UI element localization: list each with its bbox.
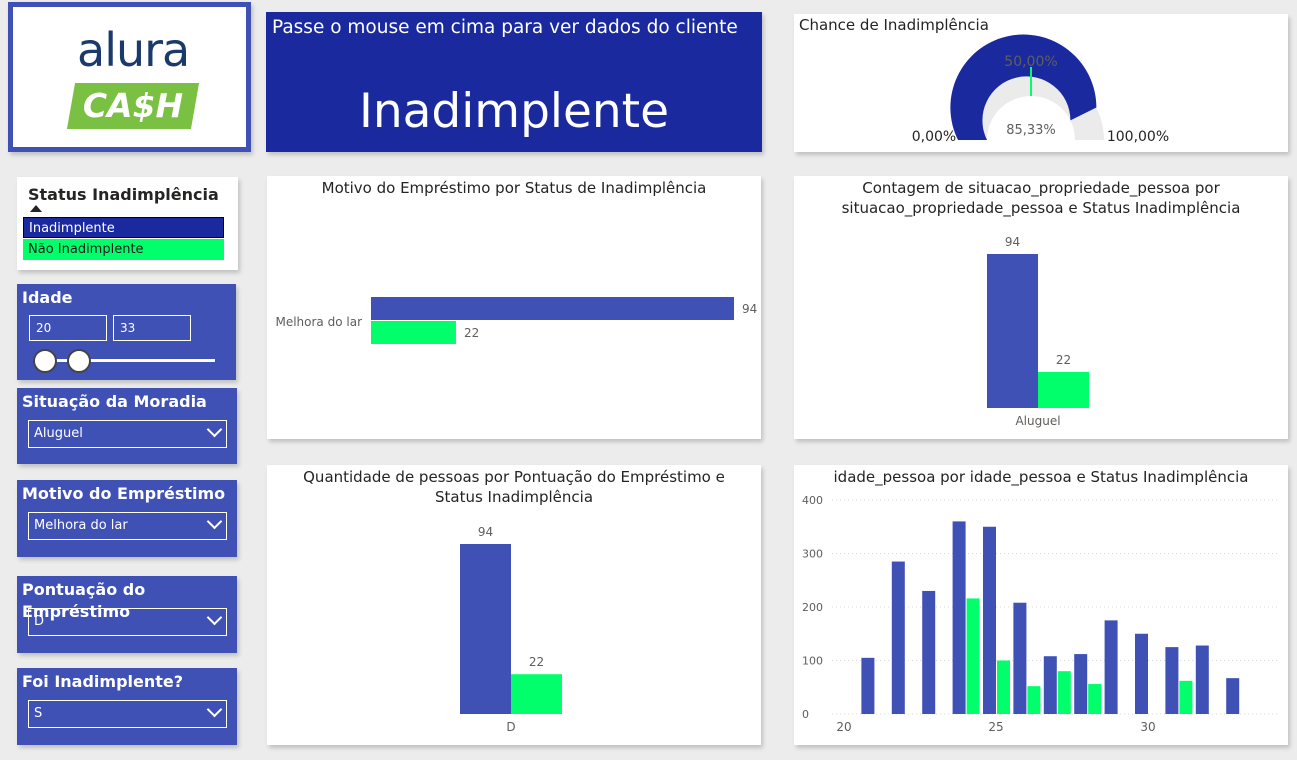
bar-inadimplente[interactable] — [1165, 647, 1179, 714]
bar-nao-inadimplente[interactable] — [1027, 686, 1041, 714]
gauge-card[interactable]: Chance de Inadimplência 50,00% 85,33% 0,… — [794, 14, 1288, 152]
bar-nao-inadimplente[interactable] — [1038, 371, 1089, 408]
gauge-chart: 50,00% 85,33% 0,00% 100,00% — [912, 34, 1169, 145]
category-label: Aluguel — [1015, 414, 1060, 428]
logo-text-bottom: CA$H — [82, 86, 184, 125]
idade-slider-max-handle[interactable] — [67, 349, 91, 373]
x-tick-label: 20 — [836, 720, 851, 734]
bar-inadimplente[interactable] — [861, 657, 875, 714]
y-tick-label: 400 — [802, 494, 823, 507]
status-option-inadimplente[interactable]: Inadimplente — [23, 217, 224, 238]
bar-nao-inadimplente[interactable] — [966, 598, 980, 714]
idade-bar-chart: 0 100 200 300 400 20 25 30 — [802, 494, 1279, 734]
client-status-card[interactable]: Passe o mouse em cima para ver dados do … — [266, 12, 762, 152]
category-label: Melhora do lar — [275, 315, 362, 329]
data-label: 94 — [1005, 235, 1020, 249]
foi-inadimplente-slicer: Foi Inadimplente? S — [17, 668, 237, 745]
y-tick-label: 100 — [802, 655, 823, 668]
bar-inadimplente[interactable] — [983, 526, 996, 714]
x-tick-label: 25 — [988, 720, 1003, 734]
motivo-dropdown[interactable]: Melhora do lar — [28, 512, 227, 540]
bar-nao-inadimplente[interactable] — [997, 660, 1010, 715]
category-label: D — [506, 720, 515, 734]
bar-inadimplente[interactable] — [1013, 602, 1027, 714]
moradia-slicer: Situação da Moradia Aluguel — [17, 388, 237, 464]
bar-inadimplente[interactable] — [952, 521, 966, 714]
gauge-target-label: 50,00% — [1004, 54, 1057, 70]
data-label: 22 — [1056, 353, 1071, 367]
moradia-dropdown[interactable]: Aluguel — [28, 420, 227, 448]
bar-inadimplente[interactable] — [371, 297, 734, 320]
status-slicer: Status Inadimplência Inadimplente Não In… — [17, 177, 238, 270]
bar-nao-inadimplente[interactable] — [511, 674, 562, 714]
bar-inadimplente[interactable] — [1195, 645, 1209, 714]
status-result: Inadimplente — [358, 84, 670, 139]
bar-inadimplente[interactable] — [922, 590, 936, 714]
chevron-down-icon — [206, 513, 223, 530]
chevron-down-icon — [206, 701, 223, 718]
idade-chart-card[interactable]: idade_pessoa por idade_pessoa e Status I… — [794, 465, 1288, 745]
moradia-value: Aluguel — [34, 426, 83, 441]
bar-nao-inadimplente[interactable] — [371, 321, 456, 344]
bar-nao-inadimplente[interactable] — [1057, 671, 1071, 714]
idade-title: Idade — [22, 288, 73, 307]
idade-slicer: Idade 20 33 — [17, 284, 236, 380]
y-tick-label: 300 — [802, 548, 823, 561]
foi-inadimplente-value: S — [34, 706, 43, 721]
propriedade-bar-chart: 94 22 Aluguel — [987, 235, 1089, 428]
sort-caret-icon[interactable] — [30, 205, 42, 212]
gauge-max-label: 100,00% — [1107, 129, 1169, 145]
pontuacao-value: D — [34, 614, 45, 629]
motivo-chart-card[interactable]: Motivo do Empréstimo por Status de Inadi… — [267, 176, 761, 439]
data-label: 94 — [478, 525, 493, 539]
y-tick-label: 200 — [802, 601, 823, 614]
bar-inadimplente[interactable] — [1104, 620, 1118, 714]
logo-text-top: alura — [77, 23, 190, 77]
bar-inadimplente[interactable] — [1074, 654, 1088, 714]
pontuacao-dropdown[interactable]: D — [28, 608, 227, 636]
foi-inadimplente-title: Foi Inadimplente? — [22, 672, 184, 691]
pontuacao-chart-card[interactable]: Quantidade de pessoas por Pontuação do E… — [267, 465, 761, 745]
logo-cash-badge: CA$H — [66, 83, 200, 129]
data-label: 22 — [529, 655, 544, 669]
data-label: 22 — [464, 326, 479, 340]
motivo-slicer: Motivo do Empréstimo Melhora do lar — [17, 480, 237, 557]
motivo-bar-chart: 94 22 Melhora do lar — [275, 297, 757, 344]
idade-slider-min-handle[interactable] — [33, 349, 57, 373]
bar-nao-inadimplente[interactable] — [1088, 684, 1102, 714]
bar-inadimplente[interactable] — [987, 254, 1038, 408]
propriedade-chart-card[interactable]: Contagem de situacao_propriedade_pessoa … — [794, 176, 1288, 439]
moradia-title: Situação da Moradia — [22, 392, 207, 411]
chevron-down-icon — [206, 609, 223, 626]
bar-inadimplente[interactable] — [460, 544, 511, 714]
x-tick-label: 30 — [1140, 720, 1155, 734]
idade-min-input[interactable]: 20 — [29, 315, 107, 341]
status-option-nao-inadimplente[interactable]: Não Inadimplente — [23, 239, 224, 260]
bar-inadimplente[interactable] — [1043, 656, 1057, 714]
hover-hint: Passe o mouse em cima para ver dados do … — [272, 17, 738, 38]
gauge-min-label: 0,00% — [912, 129, 956, 145]
motivo-title: Motivo do Empréstimo — [22, 484, 226, 503]
bar-inadimplente[interactable] — [1135, 633, 1148, 714]
data-label: 94 — [742, 302, 757, 316]
motivo-value: Melhora do lar — [34, 518, 128, 533]
alura-cash-logo: alura CA$H — [8, 2, 251, 152]
pontuacao-bar-chart: 94 22 D — [460, 525, 562, 734]
chevron-down-icon — [206, 421, 223, 438]
foi-inadimplente-dropdown[interactable]: S — [28, 700, 227, 728]
bar-inadimplente[interactable] — [891, 561, 905, 714]
pontuacao-slicer: Pontuação do Empréstimo D — [17, 576, 237, 653]
gauge-value-label: 85,33% — [1006, 123, 1056, 138]
y-tick-label: 0 — [802, 708, 809, 721]
bar-inadimplente[interactable] — [1226, 678, 1240, 714]
bar-nao-inadimplente[interactable] — [1179, 680, 1193, 714]
status-slicer-title: Status Inadimplência — [28, 185, 219, 204]
idade-max-input[interactable]: 33 — [113, 315, 191, 341]
